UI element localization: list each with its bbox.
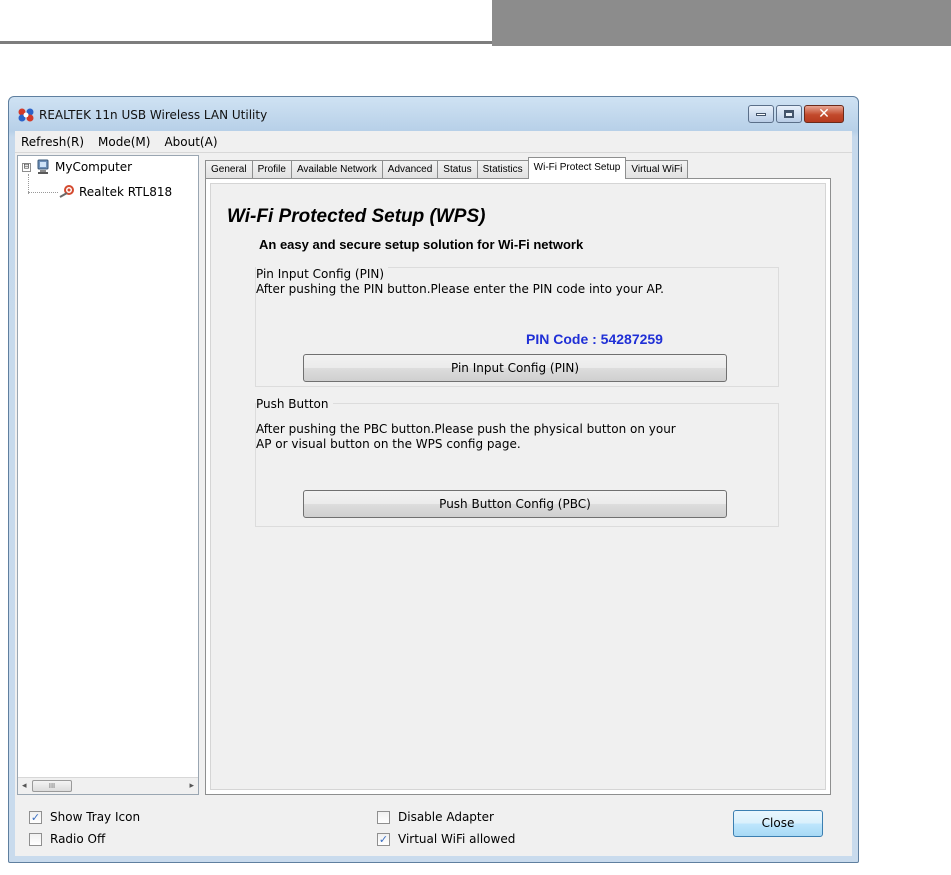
tree-horizontal-scrollbar[interactable]: ◂ III ▸	[18, 777, 198, 794]
menu-mode[interactable]: Mode(M)	[98, 135, 150, 149]
close-button[interactable]: Close	[733, 810, 823, 837]
minimize-icon	[756, 112, 766, 116]
wps-tab-panel: Wi-Fi Protected Setup (WPS) An easy and …	[205, 178, 831, 795]
computer-icon	[37, 159, 49, 174]
client-area: ⊟ MyComputer Realtek RTL818 ◂ III ▸ Gene…	[15, 153, 852, 856]
menu-refresh[interactable]: Refresh(R)	[21, 135, 84, 149]
tab-statistics[interactable]: Statistics	[476, 160, 529, 179]
pin-input-group: Pin Input Config (PIN) After pushing the…	[255, 267, 779, 387]
maximize-button[interactable]	[776, 105, 802, 123]
close-icon: ✕	[818, 106, 830, 122]
checkbox-label: Radio Off	[50, 832, 106, 846]
device-tree[interactable]: ⊟ MyComputer Realtek RTL818 ◂ III ▸	[17, 155, 199, 795]
show-tray-icon-checkbox[interactable]: ✓ Show Tray Icon	[29, 810, 140, 824]
wireless-adapter-icon	[59, 185, 74, 198]
close-window-button[interactable]: ✕	[804, 105, 844, 123]
pin-group-description: After pushing the PIN button.Please ente…	[256, 282, 664, 296]
push-button-config-button[interactable]: Push Button Config (PBC)	[303, 490, 727, 518]
pbc-group-description-line2: AP or visual button on the WPS config pa…	[256, 437, 521, 451]
menu-bar: Refresh(R) Mode(M) About(A)	[15, 131, 852, 153]
tree-item-adapter[interactable]: Realtek RTL818	[58, 184, 172, 200]
tree-item-label: MyComputer	[55, 160, 133, 174]
pin-group-title: Pin Input Config (PIN)	[256, 267, 389, 281]
wps-panel-body: Wi-Fi Protected Setup (WPS) An easy and …	[210, 183, 826, 790]
checkbox-box[interactable]	[29, 832, 42, 846]
checkbox-label: Show Tray Icon	[50, 810, 141, 824]
radio-off-checkbox[interactable]: Radio Off	[29, 832, 105, 846]
tree-item-mycomputer[interactable]: ⊟ MyComputer	[22, 159, 132, 175]
document-header-rule	[0, 41, 492, 44]
checkbox-box[interactable]	[377, 810, 390, 824]
pin-code-value: PIN Code : 54287259	[526, 331, 663, 347]
pbc-group-title: Push Button	[256, 397, 333, 411]
tab-virtual-wifi[interactable]: Virtual WiFi	[625, 160, 689, 179]
virtual-wifi-allowed-checkbox[interactable]: ✓ Virtual WiFi allowed	[377, 832, 515, 846]
tab-available-network[interactable]: Available Network	[290, 160, 383, 179]
window-title: REALTEK 11n USB Wireless LAN Utility	[39, 108, 268, 122]
maximize-icon	[784, 110, 794, 118]
tree-connector	[28, 192, 58, 193]
tab-wifi-protect-setup[interactable]: Wi-Fi Protect Setup	[527, 157, 627, 179]
tab-strip: General Profile Available Network Advanc…	[205, 157, 689, 179]
minimize-button[interactable]	[748, 105, 774, 123]
tab-profile[interactable]: Profile	[251, 160, 292, 179]
tree-connector	[28, 174, 29, 194]
checkbox-box[interactable]: ✓	[377, 832, 390, 846]
scroll-left-icon[interactable]: ◂	[22, 781, 27, 791]
tab-status[interactable]: Status	[437, 160, 478, 179]
realtek-app-icon	[18, 108, 34, 122]
document-header-bar	[492, 0, 951, 46]
menu-about[interactable]: About(A)	[164, 135, 217, 149]
wps-title: Wi-Fi Protected Setup (WPS)	[227, 206, 486, 227]
scroll-right-icon[interactable]: ▸	[189, 781, 194, 791]
tab-advanced[interactable]: Advanced	[381, 160, 439, 179]
push-button-group: Push Button After pushing the PBC button…	[255, 397, 779, 527]
wps-subtitle: An easy and secure setup solution for Wi…	[259, 237, 584, 252]
tab-general[interactable]: General	[205, 160, 253, 179]
window-controls: ✕	[748, 105, 844, 123]
checkbox-label: Disable Adapter	[398, 810, 494, 824]
app-window: REALTEK 11n USB Wireless LAN Utility ✕ R…	[8, 96, 859, 863]
collapse-icon[interactable]: ⊟	[22, 162, 31, 172]
scroll-thumb[interactable]: III	[32, 780, 72, 792]
checkbox-box[interactable]: ✓	[29, 810, 42, 824]
pin-input-config-button[interactable]: Pin Input Config (PIN)	[303, 354, 727, 382]
tree-item-label: Realtek RTL818	[79, 185, 173, 199]
checkbox-label: Virtual WiFi allowed	[398, 832, 516, 846]
pbc-group-description-line1: After pushing the PBC button.Please push…	[256, 422, 676, 436]
title-bar[interactable]: REALTEK 11n USB Wireless LAN Utility ✕	[9, 97, 858, 131]
disable-adapter-checkbox[interactable]: Disable Adapter	[377, 810, 494, 824]
